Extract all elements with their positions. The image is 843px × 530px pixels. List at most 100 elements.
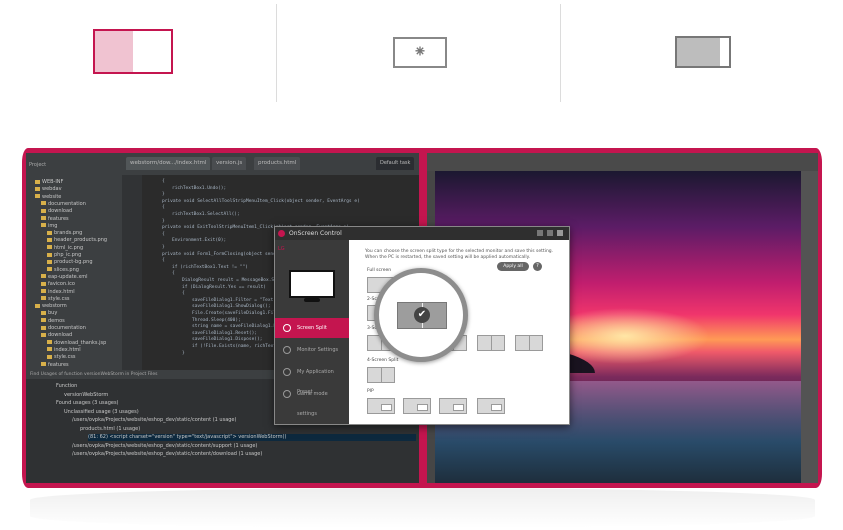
project-tree-item[interactable]: index.html (47, 347, 81, 354)
project-tree-item[interactable]: features (41, 216, 69, 223)
layout-pip-d[interactable] (477, 398, 505, 414)
screen-split-icon (93, 29, 173, 74)
layout-pip-a[interactable] (367, 398, 395, 414)
code-line: { (162, 231, 165, 237)
code-line: saveFileDialog1.Dispose(); (192, 337, 263, 343)
folder-icon (35, 303, 40, 308)
code-line: { (162, 205, 165, 211)
project-tree-item[interactable]: WEB-INF (35, 179, 63, 186)
nav-app-preset[interactable]: My Application Preset (275, 362, 349, 395)
project-tree-item[interactable]: style.css (47, 354, 76, 361)
maximize-icon[interactable] (547, 230, 553, 236)
layout-3-split-c[interactable] (477, 335, 505, 351)
project-tree-item[interactable]: slices.png (47, 267, 79, 274)
folder-icon (41, 223, 46, 228)
folder-icon (47, 340, 52, 345)
project-tree-item[interactable]: webstorm (35, 303, 67, 310)
gray-fill (677, 38, 720, 66)
usage-row[interactable]: Found usages (3 usages) (56, 400, 119, 407)
settings-nav-icon (283, 346, 291, 354)
code-line: { (182, 291, 185, 297)
project-panel: Project WEB-INF webdav website documentatio… (26, 162, 122, 370)
feature-divider (560, 4, 561, 102)
folder-icon (41, 208, 46, 213)
section-4-screen: 4-Screen Split (367, 358, 399, 363)
usage-row[interactable]: Unclassified usage (3 usages) (64, 409, 139, 416)
project-tree-item[interactable]: webdav (35, 186, 62, 193)
folder-icon (41, 325, 46, 330)
project-tree-item[interactable]: download (41, 332, 72, 339)
project-tree-item[interactable]: product-bg.png (47, 259, 93, 266)
folder-icon (41, 318, 46, 323)
folder-icon (35, 194, 40, 199)
project-tree-item[interactable]: download_thanks.jsp (47, 340, 106, 347)
nav-game-mode[interactable]: Game mode settings (275, 384, 349, 417)
usage-row[interactable]: /users/ovpka/Projects/website/eshop_dev/… (72, 451, 262, 458)
editor-toolbar (427, 153, 818, 171)
project-tree-item[interactable]: style.css (41, 296, 70, 303)
tab-products-html[interactable]: products.html (254, 157, 301, 170)
project-tree-item[interactable]: documentation (41, 325, 86, 332)
project-tree-item[interactable]: index.html (41, 289, 75, 296)
folder-icon (47, 267, 52, 272)
project-tree-item[interactable]: buy (41, 310, 57, 317)
layout-pip-c[interactable] (439, 398, 467, 414)
gray-fill-icon (675, 36, 731, 68)
task-selector[interactable]: Default task (376, 157, 415, 170)
monitor-icon (289, 270, 335, 304)
osc-title-bar: OnScreen Control (275, 227, 569, 240)
folder-icon (41, 362, 46, 366)
project-tree-item[interactable]: favicon.ico (41, 281, 75, 288)
folder-icon (47, 347, 52, 352)
project-tree-item[interactable]: eap-update.xml (41, 274, 88, 281)
project-tree-item[interactable]: demos (41, 318, 65, 325)
close-icon[interactable] (557, 230, 563, 236)
project-tree-item[interactable]: header_products.png (47, 237, 107, 244)
code-line: if (!File.Exists(name, richTextBox (192, 344, 285, 349)
usage-row[interactable]: products.html (1 usage) (80, 426, 140, 433)
folder-icon (41, 310, 46, 315)
usage-row[interactable]: Function (56, 383, 77, 390)
code-line: { (162, 179, 165, 184)
folder-icon (41, 289, 46, 293)
line-gutter (122, 175, 142, 370)
project-tree-item[interactable]: html_ic.png (47, 245, 83, 252)
tab-version-js[interactable]: version.js (212, 157, 247, 170)
project-tree-item[interactable]: documentation (41, 201, 86, 208)
project-tree-item[interactable]: php_ic.png (47, 252, 81, 259)
minimize-icon[interactable] (537, 230, 543, 236)
project-tree-item[interactable]: features (41, 362, 69, 369)
usage-row[interactable]: /users/ovpka/Projects/website/eshop_dev/… (72, 443, 257, 450)
usage-row[interactable]: versionWebStorm (64, 392, 108, 399)
nav-monitor-settings[interactable]: Monitor Settings (275, 340, 349, 360)
ide-tab-bar: webstorm/dow.../index.html version.js pr… (26, 153, 419, 175)
code-line: { (172, 271, 175, 277)
folder-icon (35, 179, 40, 184)
split-half-fill (95, 31, 133, 72)
feature-strip: ⁕ (0, 0, 843, 110)
project-tree-item[interactable]: download (41, 208, 72, 215)
code-line: private void SelectAllToolStripMenuItem_… (162, 198, 360, 204)
usage-row[interactable]: (81: 62) <script charset="version" type=… (88, 434, 416, 441)
code-line: Thread.Sleep(400); (192, 317, 241, 323)
code-line: } (182, 350, 185, 356)
apply-all-button[interactable]: Apply all (497, 262, 529, 271)
project-tree-item[interactable]: brands.png (47, 230, 82, 237)
code-line: if (richTextBox1.Text != "") (172, 264, 248, 270)
nav-screen-split[interactable]: Screen Split (275, 318, 349, 338)
osc-logo-icon (278, 230, 285, 237)
layout-pip-b[interactable] (403, 398, 431, 414)
code-line: { (162, 258, 165, 264)
project-tree-item[interactable]: img (41, 223, 57, 230)
layout-4-split[interactable] (367, 367, 395, 383)
project-tree-item[interactable]: website (35, 194, 61, 201)
project-label: Project (29, 162, 47, 168)
osc-brand: LG (278, 246, 285, 252)
folder-icon (41, 216, 46, 220)
help-icon[interactable]: ? (533, 262, 542, 271)
usage-row[interactable]: /users/ovpka/Projects/website/eshop_dev/… (72, 417, 236, 424)
folder-icon (47, 237, 52, 242)
tab-index-html[interactable]: webstorm/dow.../index.html (126, 157, 211, 170)
layout-3-split-d[interactable] (515, 335, 543, 351)
editor-panels (801, 171, 818, 483)
